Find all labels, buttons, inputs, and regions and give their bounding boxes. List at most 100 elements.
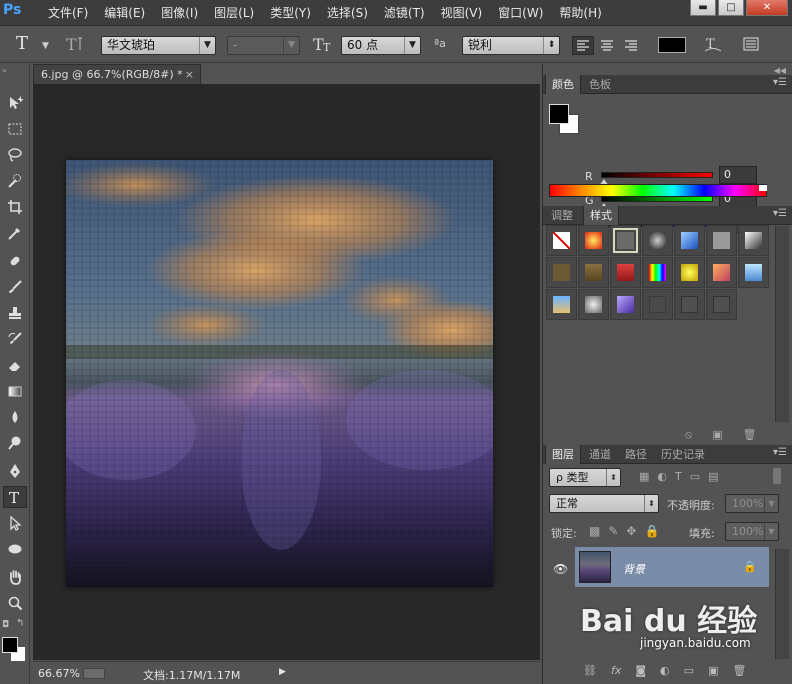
default-colors-icon[interactable]: ◘ (2, 620, 9, 630)
move-tool-icon[interactable] (3, 92, 27, 114)
menu-item[interactable]: 图像(I) (153, 0, 206, 26)
path-selection-tool-icon[interactable] (3, 512, 27, 534)
close-button[interactable]: ✕ (746, 0, 788, 16)
filter-toggle-icon[interactable] (773, 468, 781, 484)
style-swatch-selected[interactable] (610, 225, 641, 256)
delete-layer-icon[interactable]: 🗑 (732, 664, 746, 677)
new-style-icon[interactable]: ▣ (712, 428, 722, 442)
hand-tool-icon[interactable] (3, 566, 27, 588)
clone-stamp-tool-icon[interactable] (3, 302, 27, 324)
layers-scrollbar[interactable] (775, 549, 789, 659)
menu-item[interactable]: 视图(V) (433, 0, 491, 26)
document-tab[interactable]: 6.jpg @ 66.7%(RGB/8#) * × (33, 64, 201, 84)
tab-channels[interactable]: 通道 (583, 445, 617, 464)
style-swatch[interactable] (706, 257, 737, 288)
style-swatch[interactable] (674, 225, 705, 256)
blend-mode-select[interactable]: 正常 ⬍ (549, 494, 659, 513)
layer-name[interactable]: 背景 (623, 561, 645, 577)
menu-item[interactable]: 帮助(H) (551, 0, 609, 26)
styles-scrollbar[interactable] (775, 226, 789, 422)
style-swatch[interactable] (706, 225, 737, 256)
tab-paths[interactable]: 路径 (619, 445, 653, 464)
marquee-tool-icon[interactable] (3, 118, 27, 140)
lock-position-icon[interactable]: ✥ (626, 524, 636, 538)
text-color-swatch[interactable] (658, 37, 686, 53)
lock-all-icon[interactable]: 🔒 (644, 524, 659, 538)
filter-shape-icon[interactable]: ▭ (690, 470, 700, 483)
dodge-tool-icon[interactable] (3, 432, 27, 454)
layer-thumbnail[interactable] (579, 551, 611, 583)
tab-color[interactable]: 颜色 (545, 75, 581, 94)
style-swatch[interactable] (546, 289, 577, 320)
font-size-select[interactable]: 60 点 ▼ (341, 36, 421, 55)
style-swatch[interactable] (610, 257, 641, 288)
expand-panel-icon[interactable]: » (2, 66, 7, 75)
zoom-tool-icon[interactable] (3, 592, 27, 614)
color-spectrum-bar[interactable] (549, 184, 767, 197)
lock-transparent-icon[interactable]: ▩ (589, 524, 600, 538)
swap-colors-icon[interactable]: ↰ (16, 618, 24, 629)
filter-type-icon[interactable]: T (675, 470, 682, 483)
ellipse-tool-icon[interactable] (3, 538, 27, 560)
minimize-button[interactable]: ▬ (690, 0, 716, 16)
close-tab-icon[interactable]: × (185, 65, 194, 84)
pen-tool-icon[interactable] (3, 460, 27, 482)
zoom-level[interactable]: 66.67% (38, 667, 80, 680)
tab-history[interactable]: 历史记录 (655, 445, 711, 464)
panel-menu-icon[interactable]: ▾☰ (773, 447, 787, 458)
type-tool-preset-icon[interactable]: T (16, 33, 28, 54)
align-right-icon[interactable] (620, 36, 642, 55)
style-swatch[interactable] (642, 225, 673, 256)
new-group-icon[interactable]: ▭ (684, 664, 694, 677)
menu-item[interactable]: 图层(L) (206, 0, 262, 26)
style-swatch[interactable] (610, 289, 641, 320)
channel-slider[interactable] (601, 172, 713, 178)
spectrum-white-icon[interactable] (759, 185, 767, 191)
eye-visibility-icon[interactable]: 👁 (553, 562, 568, 576)
chevron-down-icon[interactable]: ▼ (42, 41, 49, 51)
tab-adjustments[interactable]: 调整 (545, 206, 579, 225)
style-swatch[interactable] (578, 257, 609, 288)
menu-item[interactable]: 文件(F) (40, 0, 96, 26)
collapse-panels-icon[interactable]: ◀◀ (774, 66, 786, 75)
maximize-button[interactable]: □ (718, 0, 744, 16)
foreground-color-swatch[interactable] (2, 637, 18, 653)
crop-tool-icon[interactable] (3, 196, 27, 218)
fill-input[interactable]: 100% ▼ (725, 522, 779, 541)
filter-smart-object-icon[interactable]: ▤ (708, 470, 718, 483)
menu-item[interactable]: 窗口(W) (490, 0, 551, 26)
status-menu-arrow-icon[interactable]: ▶ (279, 667, 286, 677)
clear-style-icon[interactable]: ⦸ (685, 428, 692, 442)
layer-filter-select[interactable]: ρ 类型 ⬍ (549, 468, 621, 487)
style-swatch[interactable] (642, 289, 673, 320)
style-swatch[interactable] (546, 257, 577, 288)
channel-value-input[interactable]: 0 (719, 166, 757, 184)
blur-tool-icon[interactable] (3, 406, 27, 428)
menu-item[interactable]: 选择(S) (319, 0, 376, 26)
font-family-select[interactable]: 华文琥珀 ▼ (101, 36, 216, 55)
panel-menu-icon[interactable]: ▾☰ (773, 77, 787, 88)
delete-icon[interactable]: 🗑 (743, 428, 757, 442)
style-swatch-none[interactable] (546, 225, 577, 256)
lock-pixels-icon[interactable]: ✎ (608, 524, 618, 538)
style-swatch[interactable] (642, 257, 673, 288)
opacity-input[interactable]: 100% ▼ (725, 494, 779, 513)
style-swatch[interactable] (738, 225, 769, 256)
layer-style-fx-icon[interactable]: fx (611, 664, 621, 677)
gradient-tool-icon[interactable] (3, 380, 27, 402)
filter-adjustment-icon[interactable]: ◐ (657, 470, 667, 483)
tab-layers[interactable]: 图层 (545, 445, 581, 464)
brush-tool-icon[interactable] (3, 276, 27, 298)
menu-item[interactable]: 编辑(E) (96, 0, 153, 26)
healing-brush-tool-icon[interactable] (3, 250, 27, 272)
character-panel-icon[interactable] (742, 35, 760, 56)
style-swatch[interactable] (738, 257, 769, 288)
warp-text-icon[interactable]: T (703, 34, 723, 57)
panel-menu-icon[interactable]: ▾☰ (773, 208, 787, 219)
eyedropper-tool-icon[interactable] (3, 222, 27, 244)
document-image[interactable] (66, 160, 493, 587)
style-swatch[interactable] (706, 289, 737, 320)
align-left-icon[interactable] (572, 36, 594, 55)
link-layers-icon[interactable]: ⛓ (583, 664, 597, 677)
style-swatch[interactable] (674, 289, 705, 320)
